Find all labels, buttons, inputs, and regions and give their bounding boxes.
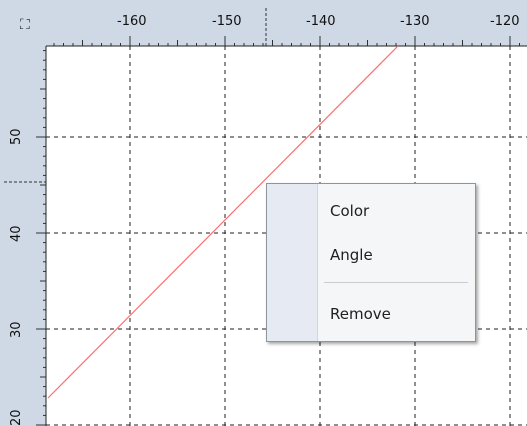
menu-item-color[interactable]: Color [318, 194, 474, 228]
top-ruler-label: -130 [400, 14, 430, 29]
left-ruler-label: 50 [9, 128, 24, 145]
context-menu: Color Angle Remove [266, 183, 476, 342]
menu-item-remove[interactable]: Remove [318, 297, 474, 331]
left-ruler-label: 20 [9, 409, 24, 426]
top-ruler-label: -120 [490, 14, 520, 29]
top-ruler-label: -160 [117, 14, 147, 29]
left-ruler-label: 40 [9, 225, 24, 242]
left-ruler [0, 0, 46, 426]
crosshair-settings-icon[interactable]: ⛶ [20, 18, 30, 32]
context-menu-gutter [267, 184, 318, 341]
top-ruler-label: -140 [306, 14, 336, 29]
top-ruler [0, 0, 527, 46]
menu-item-angle[interactable]: Angle [318, 238, 474, 272]
menu-separator [324, 282, 468, 283]
left-ruler-label: 30 [9, 321, 24, 338]
ruler-corner[interactable]: ⛶ [0, 0, 46, 46]
top-ruler-label: -150 [212, 14, 242, 29]
